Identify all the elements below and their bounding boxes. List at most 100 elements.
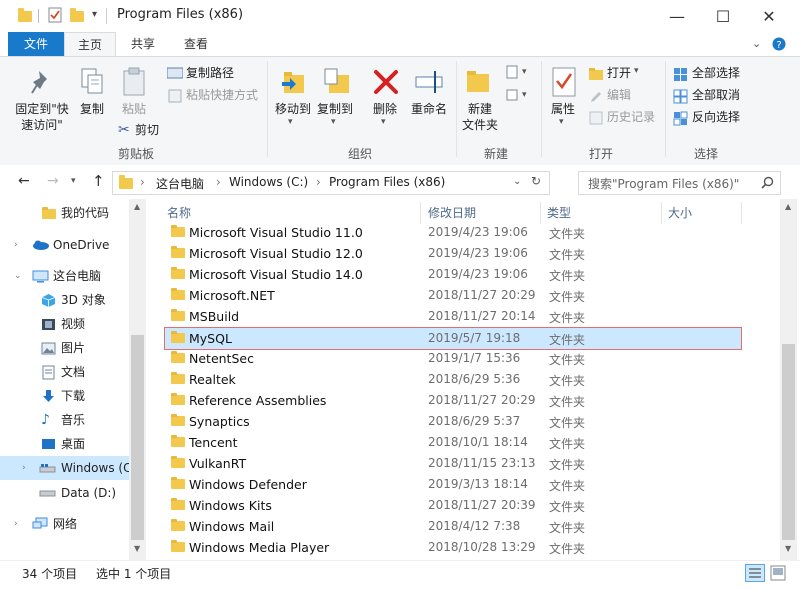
chevron-down-icon[interactable]: ▾ xyxy=(559,117,564,127)
chevron-down-icon[interactable]: ▾ xyxy=(331,117,336,127)
forward-arrow-icon[interactable]: → xyxy=(47,173,59,189)
breadcrumb-this-pc[interactable]: 这台电脑 xyxy=(156,175,204,192)
easy-access-icon[interactable] xyxy=(505,88,521,104)
address-dropdown-icon[interactable]: ⌄ xyxy=(513,176,521,187)
paste-shortcut-button[interactable]: 粘贴快捷方式 xyxy=(186,87,258,103)
nav-item-documents[interactable]: 文档 xyxy=(0,360,146,384)
rename-button[interactable]: 重命名 xyxy=(406,101,452,117)
invert-selection-button[interactable]: 反向选择 xyxy=(692,109,740,125)
help-icon[interactable]: ? xyxy=(772,37,786,51)
chevron-down-icon[interactable]: ▾ xyxy=(522,67,527,77)
column-header-type[interactable]: 类型 xyxy=(547,204,571,221)
table-row[interactable]: NetentSec 2019/1/7 15:36 文件夹 xyxy=(165,348,741,369)
nav-item-network[interactable]: › 网络 xyxy=(0,512,146,536)
table-row[interactable]: Windows Defender 2019/3/13 18:14 文件夹 xyxy=(165,474,741,495)
details-view-icon[interactable] xyxy=(745,564,765,582)
column-header-size[interactable]: 大小 xyxy=(668,204,692,221)
new-folder-icon[interactable] xyxy=(70,8,84,22)
cut-button[interactable]: 剪切 xyxy=(135,122,159,138)
table-row[interactable]: Synaptics 2018/6/29 5:37 文件夹 xyxy=(165,411,741,432)
scroll-up-icon[interactable]: ▲ xyxy=(134,202,140,211)
copy-to-button[interactable]: 复制到 xyxy=(314,101,356,117)
scroll-thumb[interactable] xyxy=(782,344,795,540)
nav-item-my-code[interactable]: 我的代码 xyxy=(0,201,146,225)
table-row[interactable]: Realtek 2018/6/29 5:36 文件夹 xyxy=(165,369,741,390)
search-icon[interactable] xyxy=(761,176,774,189)
pin-quick-access-button[interactable]: 固定到"快速访问" xyxy=(10,101,74,133)
chevron-right-icon[interactable]: › xyxy=(22,456,26,480)
nav-item-data-d[interactable]: Data (D:) xyxy=(0,481,146,505)
nav-item-onedrive[interactable]: › OneDrive xyxy=(0,233,146,257)
chevron-down-icon[interactable]: ▾ xyxy=(522,90,527,100)
file-list-scrollbar[interactable]: ▲ ▼ xyxy=(780,199,797,560)
chevron-right-icon[interactable]: › xyxy=(14,233,18,257)
breadcrumb-separator-icon[interactable]: › xyxy=(140,175,145,189)
table-row-selected[interactable]: MySQL 2019/5/7 19:18 文件夹 xyxy=(164,327,742,350)
nav-item-pictures[interactable]: 图片 xyxy=(0,336,146,360)
back-arrow-icon[interactable]: ← xyxy=(18,173,30,189)
tab-view[interactable]: 查看 xyxy=(170,32,222,56)
nav-item-downloads[interactable]: 下载 xyxy=(0,384,146,408)
chevron-down-icon[interactable]: ▾ xyxy=(381,117,386,127)
close-button[interactable]: ✕ xyxy=(746,0,792,32)
select-all-button[interactable]: 全部选择 xyxy=(692,65,740,81)
column-divider[interactable] xyxy=(741,202,742,224)
move-to-button[interactable]: 移动到 xyxy=(272,101,314,117)
up-arrow-icon[interactable]: ↑ xyxy=(92,172,105,190)
properties-button[interactable]: 属性 xyxy=(546,101,580,117)
table-row[interactable]: MSBuild 2018/11/27 20:14 文件夹 xyxy=(165,306,741,327)
scroll-thumb[interactable] xyxy=(131,335,144,540)
table-row[interactable]: Microsoft Visual Studio 12.0 2019/4/23 19… xyxy=(165,243,741,264)
copy-path-button[interactable]: 复制路径 xyxy=(186,65,234,81)
new-item-icon[interactable] xyxy=(505,65,521,81)
nav-item-music[interactable]: ♪ 音乐 xyxy=(0,408,146,432)
table-row[interactable]: Microsoft Visual Studio 11.0 2019/4/23 19… xyxy=(165,222,741,243)
address-bar[interactable]: › 这台电脑 › Windows (C:) › Program Files (x… xyxy=(112,171,550,195)
table-row[interactable]: Reference Assemblies 2018/11/27 20:29 文件夹 xyxy=(165,390,741,411)
search-box[interactable]: 搜索"Program Files (x86)" xyxy=(578,171,781,195)
delete-button[interactable]: 删除 xyxy=(368,101,402,117)
properties-check-icon[interactable] xyxy=(48,7,62,23)
table-row[interactable]: Microsoft Visual Studio 14.0 2019/4/23 19… xyxy=(165,264,741,285)
breadcrumb-windows-c[interactable]: Windows (C:) xyxy=(229,175,308,189)
quick-access-dropdown-icon[interactable]: ▾ xyxy=(92,9,97,20)
table-row[interactable]: Windows Mail 2018/4/12 7:38 文件夹 xyxy=(165,516,741,537)
paste-button[interactable]: 粘贴 xyxy=(118,101,150,117)
select-none-button[interactable]: 全部取消 xyxy=(692,87,740,103)
large-icons-view-icon[interactable] xyxy=(770,565,786,581)
new-folder-button[interactable]: 新建 文件夹 xyxy=(458,101,502,133)
table-row[interactable]: Windows Media Player 2018/10/28 13:29 文件夹 xyxy=(165,537,741,558)
maximize-button[interactable]: ☐ xyxy=(700,0,746,32)
table-row[interactable]: Tencent 2018/10/1 18:14 文件夹 xyxy=(165,432,741,453)
table-row[interactable]: VulkanRT 2018/11/15 23:13 文件夹 xyxy=(165,453,741,474)
nav-item-desktop[interactable]: 桌面 xyxy=(0,432,146,456)
column-divider[interactable] xyxy=(661,202,662,224)
breadcrumb-program-files[interactable]: Program Files (x86) xyxy=(329,175,445,189)
breadcrumb-separator-icon[interactable]: › xyxy=(316,175,321,189)
column-header-name[interactable]: 名称 xyxy=(167,204,191,221)
tab-file[interactable]: 文件 xyxy=(8,32,64,56)
breadcrumb-separator-icon[interactable]: › xyxy=(216,175,221,189)
table-row[interactable]: Microsoft.NET 2018/11/27 20:29 文件夹 xyxy=(165,285,741,306)
open-button[interactable]: 打开 xyxy=(607,65,631,81)
scroll-up-icon[interactable]: ▲ xyxy=(785,202,791,211)
recent-locations-icon[interactable]: ▾ xyxy=(71,176,76,186)
nav-item-windows-c[interactable]: › Windows (C xyxy=(0,456,146,480)
minimize-button[interactable]: — xyxy=(654,0,700,32)
nav-item-videos[interactable]: 视频 xyxy=(0,312,146,336)
chevron-right-icon[interactable]: › xyxy=(14,512,18,536)
tab-home[interactable]: 主页 xyxy=(64,32,116,57)
scroll-down-icon[interactable]: ▼ xyxy=(785,544,791,553)
scroll-down-icon[interactable]: ▼ xyxy=(134,544,140,553)
nav-item-this-pc[interactable]: ⌄ 这台电脑 xyxy=(0,264,146,288)
column-header-date[interactable]: 修改日期 xyxy=(428,204,476,221)
column-divider[interactable] xyxy=(420,202,421,224)
column-divider[interactable] xyxy=(540,202,541,224)
table-row[interactable]: Windows Kits 2018/11/27 20:39 文件夹 xyxy=(165,495,741,516)
refresh-icon[interactable]: ↻ xyxy=(531,174,541,188)
chevron-down-icon[interactable]: ▾ xyxy=(288,117,293,127)
copy-button[interactable]: 复制 xyxy=(76,101,108,117)
tab-share[interactable]: 共享 xyxy=(118,32,168,56)
chevron-down-icon[interactable]: ⌄ xyxy=(14,264,22,288)
history-button[interactable]: 历史记录 xyxy=(607,109,655,125)
